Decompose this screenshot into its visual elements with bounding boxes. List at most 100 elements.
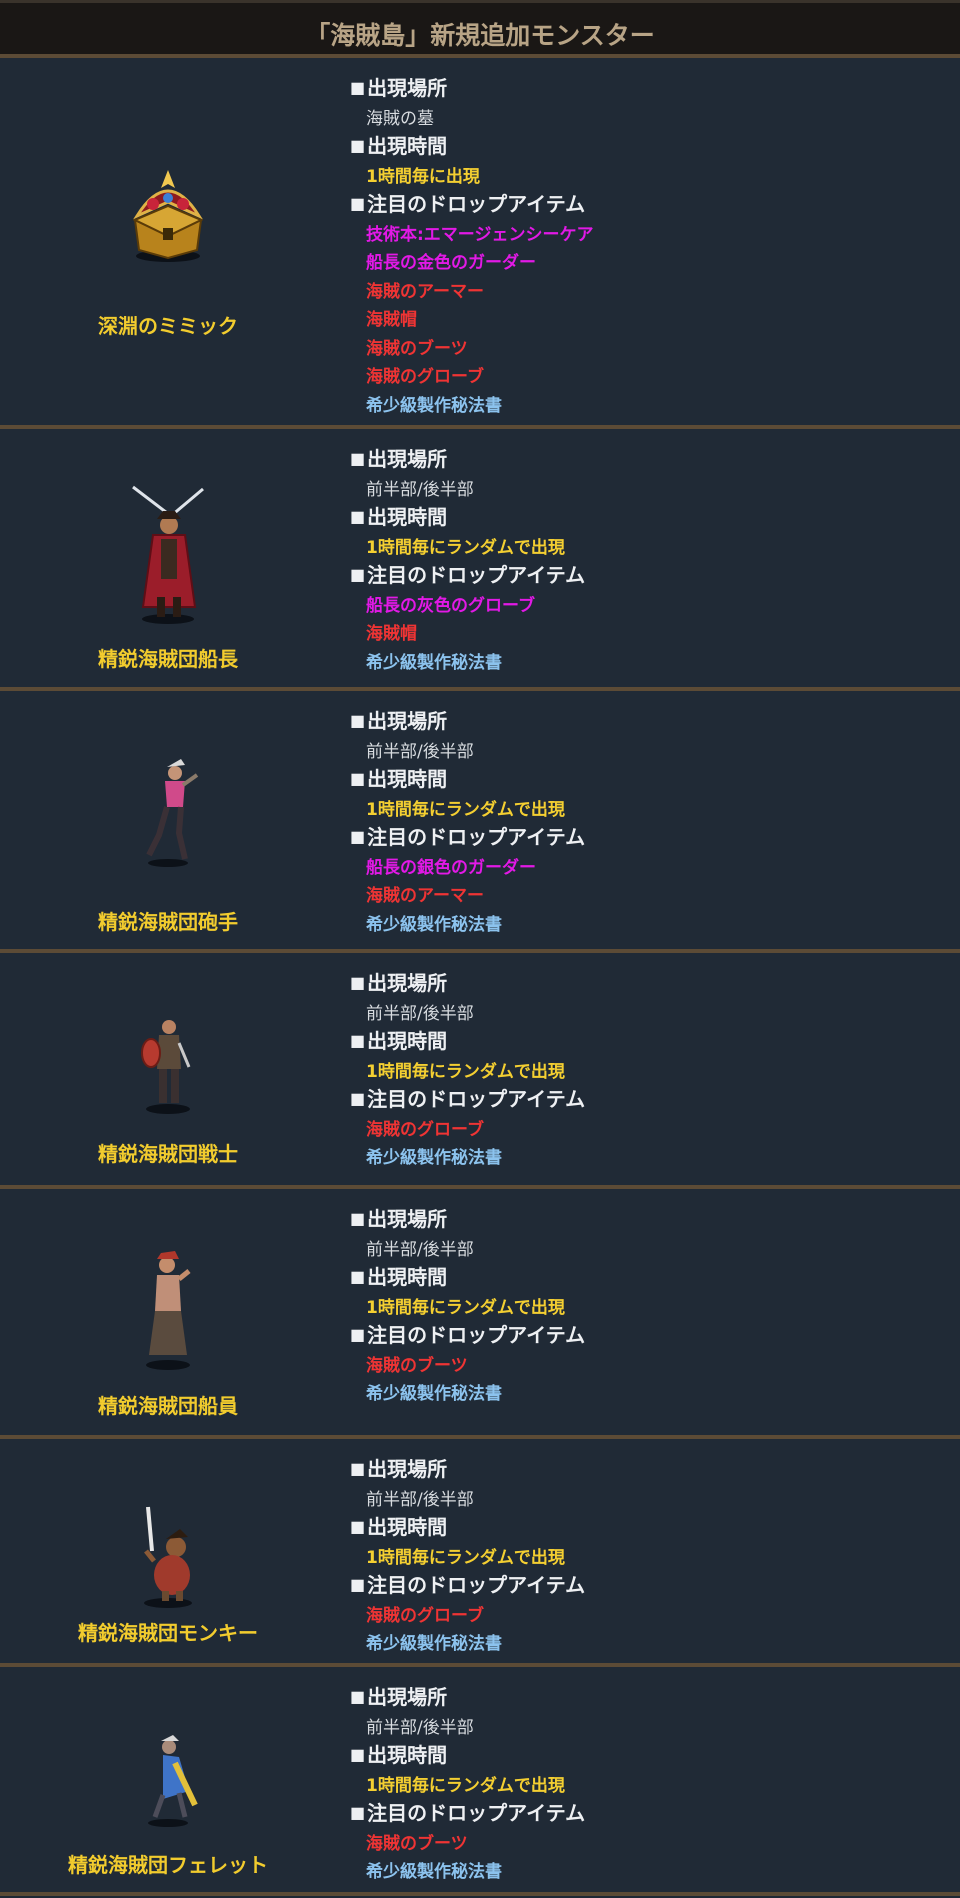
bullet-square: ■ bbox=[350, 1031, 366, 1050]
monster-portrait-area: 深淵のミミック bbox=[0, 58, 336, 425]
spawn-location: 前半部/後半部 bbox=[366, 1239, 474, 1260]
treasure-chest-mimic-icon bbox=[123, 158, 213, 272]
time-heading: ■ 出現時間 bbox=[350, 1511, 447, 1540]
monster-row: 深淵のミミック ■ 出現場所 海賊の墓 ■ 出現時間 1時間毎に出現 ■ 注目のドロップアイテム… bbox=[0, 58, 960, 429]
location-heading: ■ 出現場所 bbox=[350, 443, 447, 472]
location-heading: ■ 出現場所 bbox=[350, 1453, 447, 1482]
bullet-square: ■ bbox=[350, 827, 366, 846]
pirate-ferret-icon bbox=[123, 1729, 213, 1833]
drops-heading: ■ 注目のドロップアイテム bbox=[350, 188, 585, 217]
page: 「海賊島」新規追加モンスター 深淵のミミック ■ 出現場所 海賊の墓 ■ 出現時間 1時間毎… bbox=[0, 0, 960, 1898]
time-heading-label: 出現時間 bbox=[367, 1743, 448, 1767]
spawn-location: 前半部/後半部 bbox=[366, 1003, 474, 1024]
spawn-time: 1時間毎にランダムで出現 bbox=[366, 1061, 565, 1082]
monster-row: 精鋭海賊団船員 ■ 出現場所 前半部/後半部 ■ 出現時間 1時間毎にランダムで出現 ■ 注目の… bbox=[0, 1189, 960, 1439]
pirate-crew-icon bbox=[123, 1243, 213, 1377]
location-heading-label: 出現場所 bbox=[367, 76, 448, 100]
drop-item: 海賊のアーマー bbox=[366, 886, 484, 906]
location-heading: ■ 出現場所 bbox=[350, 1203, 447, 1232]
drop-item: 海賊のグローブ bbox=[366, 1119, 484, 1140]
spawn-time: 1時間毎にランダムで出現 bbox=[366, 537, 565, 558]
drop-item: 希少級製作秘法書 bbox=[366, 395, 502, 416]
drop-item: 海賊帽 bbox=[366, 310, 417, 330]
monster-portrait-area: 精鋭海賊団フェレット bbox=[0, 1667, 336, 1892]
drops-heading: ■ 注目のドロップアイテム bbox=[350, 1083, 585, 1112]
monster-portrait-area: 精鋭海賊団モンキー bbox=[0, 1439, 336, 1663]
drop-item: 海賊のブーツ bbox=[366, 1355, 468, 1376]
drop-item: 希少級製作秘法書 bbox=[366, 1862, 502, 1882]
drops-heading: ■ 注目のドロップアイテム bbox=[350, 1797, 585, 1826]
bullet-square: ■ bbox=[350, 1459, 366, 1478]
monster-portrait-area: 精鋭海賊団砲手 bbox=[0, 691, 336, 949]
spawn-time: 1時間毎に出現 bbox=[366, 166, 480, 187]
drop-item: 希少級製作秘法書 bbox=[366, 1148, 502, 1168]
spawn-time: 1時間毎にランダムで出現 bbox=[366, 1297, 565, 1318]
spawn-location: 前半部/後半部 bbox=[366, 479, 474, 500]
drops-heading-label: 注目のドロップアイテム bbox=[367, 1323, 586, 1347]
monster-name: 精鋭海賊団戦士 bbox=[98, 1142, 238, 1166]
time-heading-label: 出現時間 bbox=[367, 1515, 448, 1539]
pirate-captain-icon bbox=[113, 479, 223, 633]
bullet-square: ■ bbox=[350, 1517, 366, 1536]
drop-item: 海賊帽 bbox=[366, 624, 417, 644]
monster-row: 精鋭海賊団船長 ■ 出現場所 前半部/後半部 ■ 出現時間 1時間毎にランダムで出現 ■ 注目の… bbox=[0, 429, 960, 691]
bullet-square: ■ bbox=[350, 449, 366, 468]
drops-heading-label: 注目のドロップアイテム bbox=[367, 563, 586, 587]
monster-name: 精鋭海賊団船長 bbox=[98, 647, 238, 671]
monster-row: 精鋭海賊団モンキー ■ 出現場所 前半部/後半部 ■ 出現時間 1時間毎にランダムで出現 ■ 注… bbox=[0, 1439, 960, 1667]
time-heading-label: 出現時間 bbox=[367, 505, 448, 529]
drops-heading: ■ 注目のドロップアイテム bbox=[350, 1569, 585, 1598]
monster-portrait-area: 精鋭海賊団戦士 bbox=[0, 953, 336, 1185]
drop-item: 海賊のブーツ bbox=[366, 338, 468, 359]
time-heading-label: 出現時間 bbox=[367, 1029, 448, 1053]
monster-row: 精鋭海賊団砲手 ■ 出現場所 前半部/後半部 ■ 出現時間 1時間毎にランダムで出現 ■ 注目の… bbox=[0, 691, 960, 953]
monster-row: 精鋭海賊団フェレット ■ 出現場所 前半部/後半部 ■ 出現時間 1時間毎にランダムで出現 ■… bbox=[0, 1667, 960, 1896]
monster-list: 深淵のミミック ■ 出現場所 海賊の墓 ■ 出現時間 1時間毎に出現 ■ 注目のドロップアイテム… bbox=[0, 58, 960, 1896]
monster-portrait-area: 精鋭海賊団船員 bbox=[0, 1189, 336, 1435]
page-title: 「海賊島」新規追加モンスター bbox=[305, 20, 655, 50]
drops-heading: ■ 注目のドロップアイテム bbox=[350, 1319, 585, 1348]
bullet-square: ■ bbox=[350, 1687, 366, 1706]
spawn-time: 1時間毎にランダムで出現 bbox=[366, 1547, 565, 1568]
drops-heading-label: 注目のドロップアイテム bbox=[367, 1087, 586, 1111]
bullet-square: ■ bbox=[350, 1803, 366, 1822]
location-heading-label: 出現場所 bbox=[367, 709, 448, 733]
drops-heading-label: 注目のドロップアイテム bbox=[367, 192, 586, 216]
location-heading: ■ 出現場所 bbox=[350, 72, 447, 101]
pirate-warrior-icon bbox=[123, 1007, 213, 1121]
bullet-square: ■ bbox=[350, 507, 366, 526]
spawn-time: 1時間毎にランダムで出現 bbox=[366, 799, 565, 820]
time-heading-label: 出現時間 bbox=[367, 134, 448, 158]
monster-name: 深淵のミミック bbox=[98, 314, 238, 338]
drop-item: 希少級製作秘法書 bbox=[366, 1634, 502, 1654]
bullet-square: ■ bbox=[350, 711, 366, 730]
bullet-square: ■ bbox=[350, 78, 366, 97]
time-heading: ■ 出現時間 bbox=[350, 1025, 447, 1054]
monster-portrait-area: 精鋭海賊団船長 bbox=[0, 429, 336, 687]
drop-item: 船長の銀色のガーダー bbox=[366, 857, 536, 878]
spawn-location: 前半部/後半部 bbox=[366, 1489, 474, 1510]
time-heading: ■ 出現時間 bbox=[350, 1261, 447, 1290]
location-heading: ■ 出現場所 bbox=[350, 705, 447, 734]
monster-name: 精鋭海賊団砲手 bbox=[98, 910, 238, 934]
bullet-square: ■ bbox=[350, 1325, 366, 1344]
drop-item: 海賊のグローブ bbox=[366, 1605, 484, 1626]
drops-heading: ■ 注目のドロップアイテム bbox=[350, 559, 585, 588]
pirate-gunner-icon bbox=[123, 751, 213, 875]
monster-name: 精鋭海賊団船員 bbox=[98, 1394, 238, 1418]
bullet-square: ■ bbox=[350, 136, 366, 155]
bullet-square: ■ bbox=[350, 1089, 366, 1108]
drop-item: 希少級製作秘法書 bbox=[366, 652, 502, 673]
location-heading-label: 出現場所 bbox=[367, 1207, 448, 1231]
drop-item: 希少級製作秘法書 bbox=[366, 914, 502, 935]
spawn-location: 海賊の墓 bbox=[366, 108, 434, 129]
location-heading-label: 出現場所 bbox=[367, 1457, 448, 1481]
location-heading-label: 出現場所 bbox=[367, 1685, 448, 1709]
monster-row: 精鋭海賊団戦士 ■ 出現場所 前半部/後半部 ■ 出現時間 1時間毎にランダムで出現 ■ 注目の… bbox=[0, 953, 960, 1189]
spawn-location: 前半部/後半部 bbox=[366, 741, 474, 762]
spawn-time: 1時間毎にランダムで出現 bbox=[366, 1775, 565, 1796]
drop-item: 希少級製作秘法書 bbox=[366, 1384, 502, 1404]
bullet-square: ■ bbox=[350, 194, 366, 213]
spawn-location: 前半部/後半部 bbox=[366, 1717, 474, 1738]
time-heading-label: 出現時間 bbox=[367, 1265, 448, 1289]
